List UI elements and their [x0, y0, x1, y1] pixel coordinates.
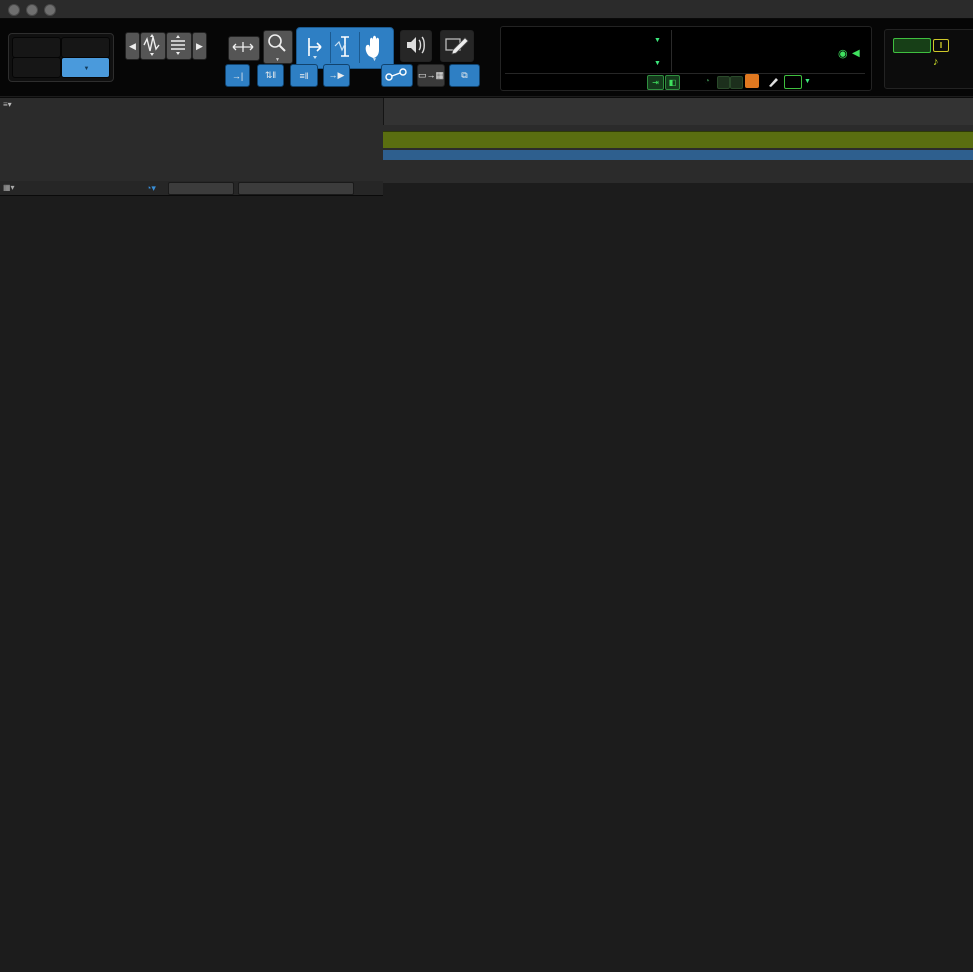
- pencil-tool-button[interactable]: [440, 30, 474, 62]
- audition-button[interactable]: [400, 30, 432, 62]
- selector-tool-button[interactable]: [330, 32, 360, 63]
- mode-shuffle-button[interactable]: [12, 37, 61, 58]
- pencil-icon: [441, 31, 471, 59]
- zoom-out-arrow-button[interactable]: ◀: [125, 32, 140, 60]
- dim-indicator-icon: [730, 76, 743, 89]
- zoom-in-arrow-button[interactable]: ▶: [192, 32, 207, 60]
- sub-counter-menu-icon[interactable]: ▼: [654, 60, 661, 67]
- selector-tool-icon: [331, 32, 359, 62]
- tempo-ruler-bar[interactable]: [383, 131, 973, 148]
- inserts-header-button[interactable]: [168, 182, 234, 195]
- meter-ruler-bar[interactable]: [383, 150, 973, 160]
- track-zoom-icon: [167, 33, 189, 57]
- trim-tool-button[interactable]: [301, 32, 329, 63]
- chevron-down-icon: ▼: [372, 57, 377, 63]
- track-list-menu-icon[interactable]: ▦▾: [3, 183, 15, 192]
- sync-icon: ◔: [704, 76, 710, 87]
- titlebar: [0, 0, 973, 19]
- trim-tool-icon: [301, 32, 329, 62]
- waveform-zoom-button[interactable]: [140, 32, 166, 60]
- record-enable-icon[interactable]: ◉: [838, 47, 848, 60]
- link-track-edit-selection-button[interactable]: [381, 64, 413, 87]
- edit-mode-cluster: ▼: [8, 33, 114, 82]
- layered-editing-button[interactable]: ⧉: [449, 64, 480, 87]
- location-counters: ▼ ▼ ⇥ ◧ ◔ ▼: [500, 26, 872, 91]
- mode-grid-button[interactable]: ▼: [61, 57, 110, 78]
- main-counter-menu-icon[interactable]: ▼: [654, 37, 661, 44]
- magnifier-icon: [264, 31, 290, 57]
- speaker-icon: [401, 31, 429, 59]
- pencil-small-icon[interactable]: [767, 75, 779, 88]
- edit-insertion-icon[interactable]: ◧: [665, 75, 680, 90]
- edit-tools-cluster: ▼: [296, 27, 394, 69]
- zoomer-tool-button[interactable]: ▼: [263, 30, 293, 64]
- playback-speaker-icon[interactable]: ◀: [852, 48, 860, 59]
- dim-indicator-icon: [717, 76, 730, 89]
- zoomer-icon: [229, 37, 257, 58]
- mode-slip-button[interactable]: [12, 57, 61, 78]
- window-close-button[interactable]: [8, 4, 20, 16]
- grid-note-value-icon[interactable]: ‖: [933, 39, 949, 52]
- window-zoom-button[interactable]: [44, 4, 56, 16]
- zoom-preset-cluster: [123, 67, 213, 87]
- grabber-tool-button[interactable]: ▼: [359, 32, 389, 63]
- chevron-down-icon[interactable]: ▼: [804, 78, 811, 85]
- tab-to-transient-button[interactable]: →|: [225, 64, 250, 87]
- zoom-toggle-button[interactable]: [228, 36, 260, 61]
- ruler-area: ≡▾: [0, 97, 973, 183]
- insertion-follows-playback-button[interactable]: →▶: [323, 64, 350, 87]
- chevron-down-icon: ▼: [84, 66, 90, 72]
- rtp-header-button[interactable]: [238, 182, 354, 195]
- grid-value-box[interactable]: [784, 75, 802, 89]
- link-icon: [382, 65, 410, 84]
- global-mute-badge[interactable]: [745, 74, 759, 88]
- grid-nudge-panel: ‖ ♪: [884, 29, 973, 89]
- toolbar: ▼ ◀ ▶ ▼: [0, 19, 973, 96]
- edit-group-icon[interactable]: ◔▾: [146, 183, 156, 194]
- link-timeline-edit-button[interactable]: ≡‖: [290, 64, 318, 87]
- window-minimize-button[interactable]: [26, 4, 38, 16]
- timeline-insertion-icon[interactable]: ⇥: [647, 75, 664, 90]
- track-list-header: ▦▾ ◔▾: [0, 181, 383, 196]
- nudge-note-icon[interactable]: ♪: [933, 56, 939, 68]
- pro-tools-edit-window: ▼ ◀ ▶ ▼: [0, 0, 973, 972]
- insertion-to-grid-button[interactable]: ▭→▦: [417, 64, 445, 87]
- chevron-down-icon: ▼: [275, 57, 280, 63]
- ruler-menu-icon[interactable]: ≡▾: [3, 100, 12, 109]
- mirrored-midi-edit-button[interactable]: ⇅‖: [257, 64, 284, 87]
- track-height-zoom-button[interactable]: [166, 32, 192, 60]
- grid-value-button[interactable]: [893, 38, 931, 53]
- waveform-zoom-icon: [141, 33, 163, 57]
- mode-spot-button[interactable]: [61, 37, 110, 58]
